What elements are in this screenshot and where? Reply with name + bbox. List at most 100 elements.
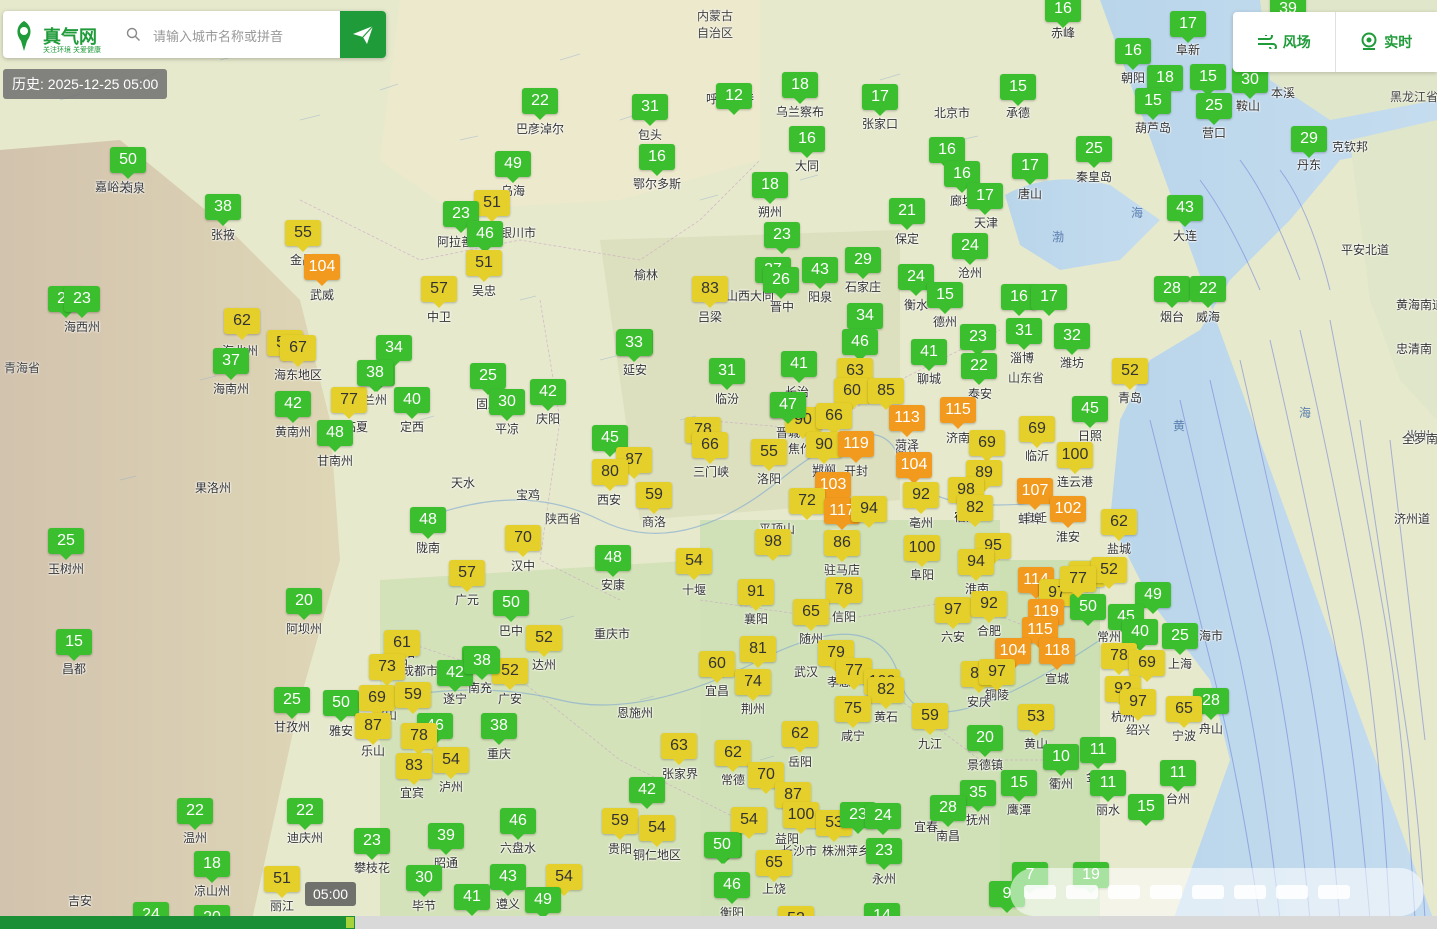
- aqi-marker[interactable]: 31: [709, 358, 745, 390]
- aqi-marker[interactable]: 67: [280, 335, 316, 367]
- aqi-marker[interactable]: 104: [304, 254, 340, 286]
- aqi-marker[interactable]: 85: [868, 378, 904, 410]
- aqi-marker[interactable]: 22: [961, 353, 997, 385]
- aqi-marker[interactable]: 30: [406, 865, 442, 897]
- aqi-marker[interactable]: 50: [704, 832, 740, 864]
- aqi-marker[interactable]: 25: [1162, 623, 1198, 655]
- aqi-marker[interactable]: 23: [64, 286, 100, 318]
- toolbar-button[interactable]: [1192, 885, 1224, 899]
- aqi-marker[interactable]: 62: [224, 308, 260, 340]
- aqi-marker[interactable]: 17: [862, 84, 898, 116]
- aqi-marker[interactable]: 70: [505, 525, 541, 557]
- aqi-marker[interactable]: 43: [490, 864, 526, 896]
- aqi-marker[interactable]: 66: [692, 432, 728, 464]
- aqi-marker[interactable]: 51: [264, 866, 300, 898]
- toolbar-button[interactable]: [1024, 885, 1056, 899]
- aqi-marker[interactable]: 61: [384, 630, 420, 662]
- aqi-marker[interactable]: 23: [764, 222, 800, 254]
- aqi-marker[interactable]: 39: [428, 823, 464, 855]
- realtime-toggle[interactable]: 实时: [1334, 12, 1437, 72]
- aqi-marker[interactable]: 115: [940, 397, 976, 429]
- aqi-marker[interactable]: 15: [1135, 88, 1171, 120]
- aqi-marker[interactable]: 75: [835, 696, 871, 728]
- aqi-marker[interactable]: 20: [967, 725, 1003, 757]
- aqi-marker[interactable]: 52: [526, 625, 562, 657]
- aqi-marker[interactable]: 80: [592, 459, 628, 491]
- aqi-marker[interactable]: 119: [838, 431, 874, 463]
- aqi-marker[interactable]: 18: [194, 851, 230, 883]
- aqi-marker[interactable]: 21: [889, 198, 925, 230]
- aqi-marker[interactable]: 87: [355, 713, 391, 745]
- aqi-marker[interactable]: 16: [1115, 38, 1151, 70]
- aqi-marker[interactable]: 45: [1072, 396, 1108, 428]
- aqi-marker[interactable]: 57: [449, 560, 485, 592]
- aqi-marker[interactable]: 62: [782, 721, 818, 753]
- aqi-marker[interactable]: 15: [1000, 74, 1036, 106]
- aqi-marker[interactable]: 48: [317, 420, 353, 452]
- aqi-marker[interactable]: 47: [770, 392, 806, 424]
- aqi-marker[interactable]: 98: [755, 529, 791, 561]
- aqi-marker[interactable]: 54: [433, 747, 469, 779]
- aqi-marker[interactable]: 43: [1167, 195, 1203, 227]
- aqi-marker[interactable]: 12: [716, 83, 752, 115]
- aqi-marker[interactable]: 51: [474, 190, 510, 222]
- aqi-marker[interactable]: 62: [715, 740, 751, 772]
- aqi-marker[interactable]: 102: [1050, 496, 1086, 528]
- aqi-marker[interactable]: 25: [274, 687, 310, 719]
- aqi-marker[interactable]: 43: [802, 257, 838, 289]
- aqi-marker[interactable]: 69: [969, 430, 1005, 462]
- search-submit-button[interactable]: [340, 11, 386, 58]
- timeline-bar[interactable]: [0, 916, 1437, 929]
- aqi-marker[interactable]: 32: [1054, 323, 1090, 355]
- aqi-marker[interactable]: 17: [967, 183, 1003, 215]
- aqi-marker[interactable]: 60: [699, 651, 735, 683]
- aqi-marker[interactable]: 49: [525, 887, 561, 919]
- toolbar-button[interactable]: [1066, 885, 1098, 899]
- aqi-marker[interactable]: 100: [1057, 442, 1093, 474]
- aqi-marker[interactable]: 38: [464, 648, 500, 680]
- aqi-marker[interactable]: 86: [824, 530, 860, 562]
- aqi-marker[interactable]: 50: [323, 690, 359, 722]
- aqi-marker[interactable]: 23: [354, 828, 390, 860]
- aqi-marker[interactable]: 28: [930, 795, 966, 827]
- toolbar-button[interactable]: [1276, 885, 1308, 899]
- aqi-marker[interactable]: 22: [522, 88, 558, 120]
- aqi-marker[interactable]: 91: [738, 579, 774, 611]
- aqi-marker[interactable]: 16: [789, 126, 825, 158]
- aqi-marker[interactable]: 69: [1129, 650, 1165, 682]
- aqi-marker[interactable]: 83: [692, 276, 728, 308]
- aqi-marker[interactable]: 50: [110, 147, 146, 179]
- toolbar-button[interactable]: [1234, 885, 1266, 899]
- aqi-marker[interactable]: 73: [369, 654, 405, 686]
- aqi-marker[interactable]: 52: [1091, 557, 1127, 589]
- aqi-marker[interactable]: 92: [903, 482, 939, 514]
- aqi-marker[interactable]: 78: [826, 577, 862, 609]
- aqi-marker[interactable]: 82: [868, 677, 904, 709]
- aqi-marker[interactable]: 33: [616, 330, 652, 362]
- aqi-marker[interactable]: 42: [530, 379, 566, 411]
- aqi-marker[interactable]: 65: [1166, 696, 1202, 728]
- aqi-marker[interactable]: 42: [275, 391, 311, 423]
- aqi-marker[interactable]: 34: [376, 335, 412, 367]
- aqi-marker[interactable]: 37: [213, 348, 249, 380]
- aqi-marker[interactable]: 77: [1060, 566, 1096, 598]
- aqi-marker[interactable]: 22: [287, 798, 323, 830]
- aqi-marker[interactable]: 23: [866, 838, 902, 870]
- aqi-marker[interactable]: 72: [789, 488, 825, 520]
- aqi-marker[interactable]: 28: [1154, 276, 1190, 308]
- aqi-marker[interactable]: 54: [639, 815, 675, 847]
- aqi-marker[interactable]: 29: [1291, 126, 1327, 158]
- aqi-marker[interactable]: 97: [979, 659, 1015, 691]
- aqi-marker[interactable]: 41: [781, 351, 817, 383]
- aqi-marker[interactable]: 48: [595, 545, 631, 577]
- aqi-marker[interactable]: 59: [602, 808, 638, 840]
- aqi-marker[interactable]: 83: [396, 753, 432, 785]
- aqi-marker[interactable]: 59: [636, 482, 672, 514]
- aqi-marker[interactable]: 107: [1017, 478, 1053, 510]
- aqi-marker[interactable]: 24: [865, 803, 901, 835]
- aqi-marker[interactable]: 40: [394, 387, 430, 419]
- aqi-marker[interactable]: 65: [756, 850, 792, 882]
- aqi-marker[interactable]: 10: [1043, 744, 1079, 776]
- aqi-marker[interactable]: 16: [639, 144, 675, 176]
- aqi-marker[interactable]: 69: [1019, 416, 1055, 448]
